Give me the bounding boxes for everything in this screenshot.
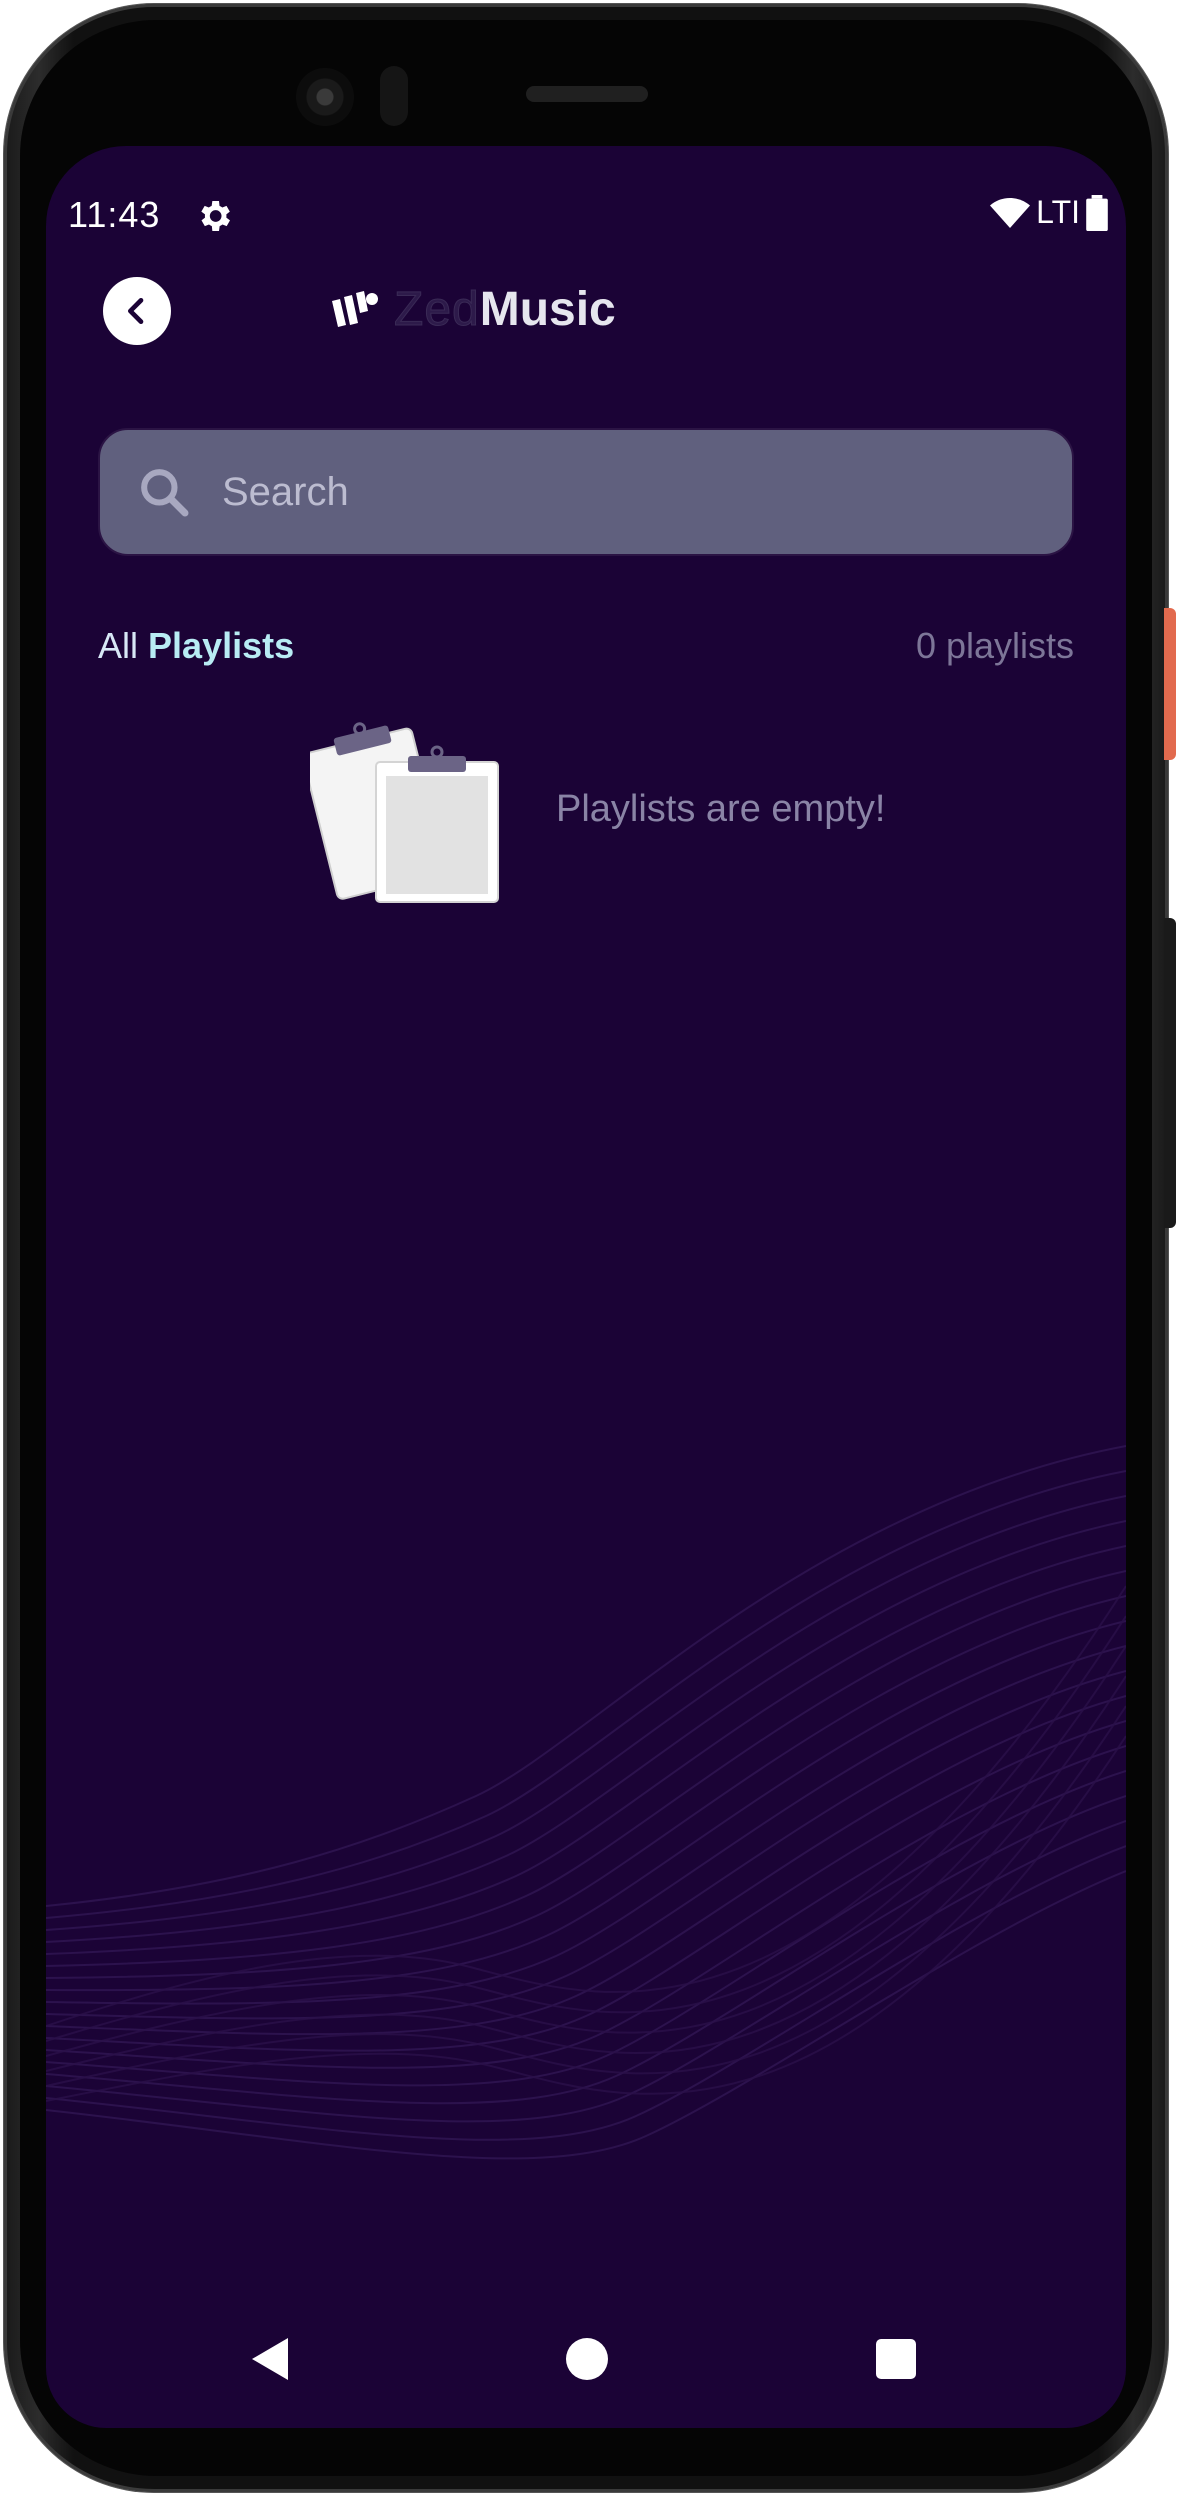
recents-icon[interactable]: [876, 2339, 916, 2379]
phone-frame: 11:43 LTI Zed Music Search All Playlists…: [0, 0, 1178, 2498]
power-button: [1164, 608, 1176, 760]
back-button[interactable]: [103, 277, 171, 345]
status-time: 11:43: [68, 194, 161, 235]
battery-icon: [1086, 194, 1108, 231]
search-icon: [141, 469, 189, 517]
section-title-bold: Playlists: [148, 625, 295, 666]
front-camera: [296, 68, 354, 126]
background-waves: [46, 1445, 1126, 2160]
chevron-left-icon: [128, 298, 144, 324]
empty-state-message: Playlists are empty!: [556, 788, 886, 830]
wifi-icon: [990, 197, 1031, 228]
proximity-sensor: [380, 66, 408, 126]
earpiece-speaker: [526, 86, 648, 102]
home-icon[interactable]: [566, 2338, 608, 2380]
status-indicators: LTI: [990, 194, 1108, 231]
back-icon[interactable]: [250, 2336, 290, 2382]
logo-mark-icon: [332, 291, 378, 327]
logo-text-zed: Zed: [394, 282, 480, 336]
status-bar: 11:43 LTI: [46, 146, 1126, 276]
section-title: All Playlists: [98, 625, 294, 667]
search-input[interactable]: [220, 451, 1072, 533]
clipboard-icon: [310, 722, 499, 903]
playlists-header: All Playlists 0 playlists: [98, 616, 1074, 676]
screen: 11:43 LTI Zed Music Search All Playlists…: [46, 146, 1126, 2428]
network-label: LTI: [1036, 194, 1080, 230]
section-title-prefix: All: [98, 625, 139, 666]
playlist-count: 0 playlists: [915, 625, 1074, 666]
volume-button: [1164, 918, 1176, 1228]
gear-icon: [201, 201, 230, 231]
search-bar[interactable]: [98, 428, 1074, 556]
logo-text-music: Music: [479, 282, 616, 336]
app-logo: Zed Music: [328, 276, 616, 342]
